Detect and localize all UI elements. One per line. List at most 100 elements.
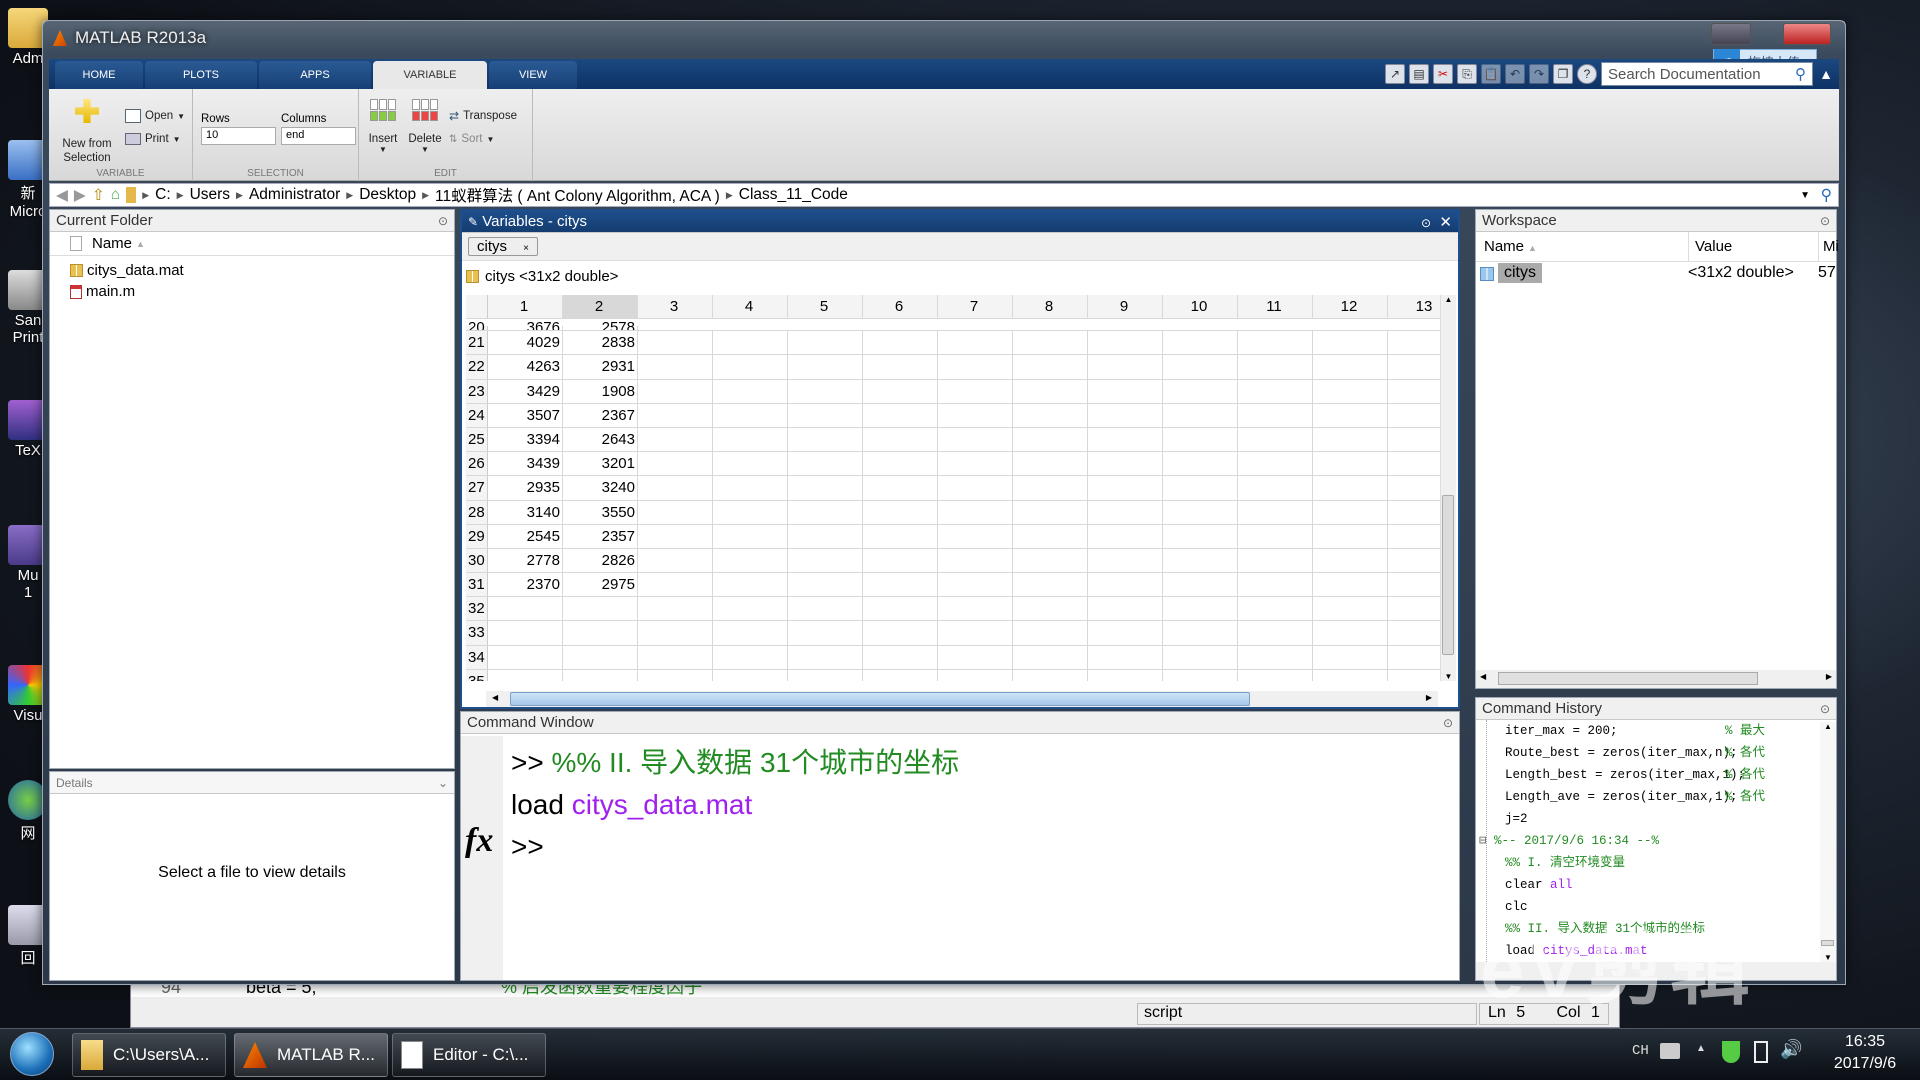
grid-cell[interactable] <box>938 645 1013 669</box>
grid-cell[interactable] <box>1163 597 1238 621</box>
grid-cell[interactable] <box>1088 427 1163 452</box>
print-button[interactable]: Print ▼ <box>125 133 181 145</box>
grid-cell[interactable] <box>1313 403 1388 427</box>
grid-cell[interactable] <box>1163 500 1238 524</box>
grid-cell[interactable] <box>1313 597 1388 621</box>
search-documentation-input[interactable]: Search Documentation ⚲ <box>1601 62 1813 86</box>
grid-cell[interactable] <box>788 548 863 573</box>
grid-cell[interactable] <box>863 548 938 573</box>
grid-cell[interactable] <box>938 476 1013 500</box>
grid-cell[interactable] <box>1088 500 1163 524</box>
row-number[interactable]: 29 <box>466 524 488 548</box>
grid-cell[interactable] <box>863 621 938 645</box>
grid-cell[interactable] <box>713 669 788 681</box>
column-header[interactable]: 9 <box>1088 295 1163 319</box>
grid-cell[interactable]: 2975 <box>563 573 638 597</box>
grid-cell[interactable] <box>638 621 713 645</box>
grid-cell[interactable] <box>713 355 788 379</box>
column-header[interactable]: 1 <box>488 295 563 319</box>
row-number[interactable]: 25 <box>466 427 488 452</box>
column-header[interactable]: 4 <box>713 295 788 319</box>
tab-view[interactable]: VIEW <box>489 61 577 89</box>
back-icon[interactable]: ◀ <box>56 186 68 205</box>
grid-cell[interactable] <box>1238 669 1313 681</box>
open-button[interactable]: Open ▼ <box>125 109 185 123</box>
search-folder-icon[interactable]: ⚲ <box>1821 186 1832 205</box>
grid-cell[interactable] <box>863 476 938 500</box>
grid-cell[interactable] <box>1013 524 1088 548</box>
grid-cell[interactable] <box>1013 597 1088 621</box>
grid-cell[interactable]: 3429 <box>488 379 563 403</box>
grid-cell[interactable] <box>713 427 788 452</box>
grid-cell[interactable] <box>1013 621 1088 645</box>
grid-cell[interactable] <box>713 476 788 500</box>
column-header-name[interactable]: Name ▲ <box>50 232 454 256</box>
minimize-button[interactable] <box>1711 23 1751 45</box>
row-number[interactable]: 34 <box>466 645 488 669</box>
delete-button[interactable]: Delete ▼ <box>407 99 443 154</box>
grid-cell[interactable] <box>638 403 713 427</box>
row-number[interactable]: 32 <box>466 597 488 621</box>
switch-windows-icon[interactable]: ❐ <box>1553 64 1573 84</box>
grid-cell[interactable] <box>1238 524 1313 548</box>
tray-expand-icon[interactable]: ▲ <box>1696 1043 1706 1054</box>
grid-cell[interactable]: 1908 <box>563 379 638 403</box>
history-entry[interactable]: clear all <box>1495 874 1836 896</box>
grid-cell[interactable] <box>713 331 788 355</box>
grid-cell[interactable] <box>938 621 1013 645</box>
grid-cell[interactable] <box>1088 524 1163 548</box>
grid-cell[interactable]: 2935 <box>488 476 563 500</box>
grid-cell[interactable] <box>788 452 863 476</box>
grid-cell[interactable] <box>788 500 863 524</box>
grid-cell[interactable]: 2357 <box>563 524 638 548</box>
variable-tab-citys[interactable]: citys × <box>468 237 539 256</box>
grid-cell[interactable] <box>1238 379 1313 403</box>
taskbar-explorer[interactable]: C:\Users\A... <box>72 1033 226 1077</box>
grid-cell[interactable] <box>1313 573 1388 597</box>
grid-cell[interactable] <box>938 403 1013 427</box>
rows-input[interactable]: 10 <box>201 127 276 145</box>
volume-icon[interactable]: 🔊 <box>1780 1039 1802 1060</box>
tab-plots[interactable]: PLOTS <box>145 61 257 89</box>
editor-window-behind[interactable]: 94 beta = 5; % 启发函数重要程度因子 script Ln 5 Co… <box>130 980 1620 1028</box>
grid-cell[interactable] <box>1238 427 1313 452</box>
row-number[interactable]: 33 <box>466 621 488 645</box>
grid-cell[interactable] <box>638 427 713 452</box>
panel-menu-icon[interactable]: ⊙ <box>1820 702 1830 716</box>
grid-cell[interactable] <box>1163 476 1238 500</box>
grid-cell[interactable] <box>863 524 938 548</box>
grid-cell[interactable] <box>1238 573 1313 597</box>
grid-cell[interactable] <box>938 597 1013 621</box>
grid-cell[interactable] <box>1238 452 1313 476</box>
grid-cell[interactable] <box>1163 355 1238 379</box>
grid-cell[interactable] <box>1238 621 1313 645</box>
history-entry[interactable]: Length_best = zeros(iter_max,1);% 各代 <box>1495 764 1836 786</box>
grid-cell[interactable] <box>1313 379 1388 403</box>
history-entry[interactable]: %% I. 清空环境变量 <box>1495 852 1836 874</box>
close-panel-icon[interactable]: ✕ <box>1439 214 1452 231</box>
column-header[interactable]: 10 <box>1163 295 1238 319</box>
grid-cell[interactable] <box>1013 355 1088 379</box>
grid-cell[interactable] <box>638 379 713 403</box>
grid-cell[interactable]: 2931 <box>563 355 638 379</box>
grid-cell[interactable]: 3550 <box>563 500 638 524</box>
grid-cell[interactable] <box>1163 621 1238 645</box>
grid-cell[interactable] <box>638 500 713 524</box>
file-item[interactable]: citys_data.mat <box>70 260 434 281</box>
grid-cell[interactable] <box>938 452 1013 476</box>
history-entry[interactable]: Route_best = zeros(iter_max,n);% 各代 <box>1495 742 1836 764</box>
grid-cell[interactable] <box>638 645 713 669</box>
close-tab-icon[interactable]: × <box>523 243 529 254</box>
grid-cell[interactable] <box>1088 621 1163 645</box>
grid-cell[interactable] <box>1088 597 1163 621</box>
grid-cell[interactable] <box>863 452 938 476</box>
grid-cell[interactable] <box>1238 500 1313 524</box>
security-shield-icon[interactable] <box>1722 1041 1740 1063</box>
grid-cell[interactable] <box>788 524 863 548</box>
grid-cell[interactable] <box>1013 331 1088 355</box>
row-number[interactable]: 21 <box>466 331 488 355</box>
grid-cell[interactable] <box>563 621 638 645</box>
vertical-scrollbar[interactable]: ▲ ▼ <box>1440 295 1456 681</box>
grid-cell[interactable] <box>1163 427 1238 452</box>
grid-cell[interactable] <box>1313 669 1388 681</box>
